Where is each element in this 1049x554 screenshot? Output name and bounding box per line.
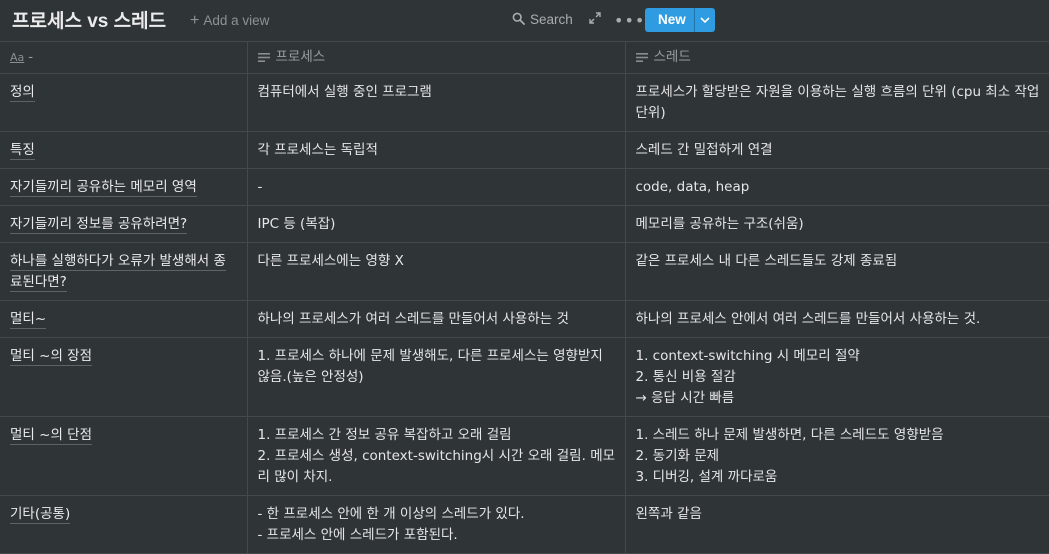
cell-text: 컴퓨터에서 실행 중인 프로그램	[257, 84, 432, 100]
name-cell[interactable]: 기타(공통)	[0, 495, 248, 554]
process-cell[interactable]: -	[246, 168, 626, 206]
column-header-thread[interactable]: 스레드	[624, 41, 1049, 74]
more-icon[interactable]: •••	[614, 11, 645, 30]
cell-text: 같은 프로세스 내 다른 스레드들도 강제 종료됨	[635, 253, 898, 269]
cell-text: 하나의 프로세스 안에서 여러 스레드를 만들어서 사용하는 것.	[635, 311, 981, 327]
table-row[interactable]: 정의 컴퓨터에서 실행 중인 프로그램 프로세스가 할당받은 자원을 이용하는 실행…	[0, 73, 1049, 132]
name-cell[interactable]: 자기들끼리 정보를 공유하려면?	[0, 205, 248, 243]
thread-cell[interactable]: 1. context-switching 시 메모리 절약 2. 통신 비용 절…	[624, 337, 1049, 417]
add-view-button[interactable]: + Add a view	[190, 12, 269, 30]
name-cell[interactable]: 특징	[0, 131, 248, 169]
table-row[interactable]: 멀티 ~의 장점 1. 프로세스 하나에 문제 발생해도, 다른 프로세스는 영향…	[0, 337, 1049, 417]
thread-cell[interactable]: 메모리를 공유하는 구조(쉬움)	[624, 205, 1049, 243]
row-title: 멀티 ~의 장점	[10, 348, 92, 366]
process-cell[interactable]: IPC 등 (복잡)	[246, 205, 626, 243]
thread-cell[interactable]: 왼쪽과 같음	[624, 495, 1049, 554]
row-title: 기타(공통)	[10, 506, 71, 524]
search-button[interactable]: Search	[512, 12, 573, 27]
process-cell[interactable]: 컴퓨터에서 실행 중인 프로그램	[246, 73, 626, 132]
process-cell[interactable]: 다른 프로세스에는 영향 X	[246, 242, 626, 301]
process-cell[interactable]: 하나의 프로세스가 여러 스레드를 만들어서 사용하는 것	[246, 300, 626, 338]
process-cell[interactable]: 1. 프로세스 하나에 문제 발생해도, 다른 프로세스는 영향받지 않음.(높…	[246, 337, 626, 417]
database-title[interactable]: 프로세스 vs 스레드	[12, 6, 166, 33]
cell-text: 1. 프로세스 하나에 문제 발생해도, 다른 프로세스는 영향받지 않음.(높…	[257, 348, 608, 385]
thread-cell[interactable]: 같은 프로세스 내 다른 스레드들도 강제 종료됨	[624, 242, 1049, 301]
thread-cell[interactable]: 1. 스레드 하나 문제 발생하면, 다른 스레드도 영향받음 2. 동기화 문…	[624, 416, 1049, 496]
row-title: 특징	[10, 142, 35, 160]
process-cell[interactable]: 각 프로세스는 독립적	[246, 131, 626, 169]
cell-text: 하나의 프로세스가 여러 스레드를 만들어서 사용하는 것	[257, 311, 569, 327]
cell-text: 1. 프로세스 간 정보 공유 복잡하고 오래 걸림 2. 프로세스 생성, c…	[257, 427, 616, 485]
table-row[interactable]: 기타(공통) - 한 프로세스 안에 한 개 이상의 스레드가 있다. - 프로세…	[0, 495, 1049, 554]
row-title: 자기들끼리 정보를 공유하려면?	[10, 216, 188, 234]
row-title: 멀티 ~의 단점	[10, 427, 92, 445]
row-title: 멀티~	[10, 311, 47, 329]
name-cell[interactable]: 정의	[0, 73, 248, 132]
row-title: 자기들끼리 공유하는 메모리 영역	[10, 179, 197, 197]
search-label: Search	[530, 12, 573, 27]
cell-text: 1. 스레드 하나 문제 발생하면, 다른 스레드도 영향받음 2. 동기화 문…	[635, 427, 944, 485]
table-body: 정의 컴퓨터에서 실행 중인 프로그램 프로세스가 할당받은 자원을 이용하는 실행…	[0, 73, 1049, 554]
cell-text: 스레드 간 밀접하게 연결	[635, 142, 773, 158]
expand-icon[interactable]	[589, 12, 601, 28]
table-row[interactable]: 특징 각 프로세스는 독립적 스레드 간 밀접하게 연결	[0, 131, 1049, 169]
new-button[interactable]: New	[645, 8, 715, 32]
thread-cell[interactable]: code, data, heap	[624, 168, 1049, 206]
title-property-icon: Aa	[10, 51, 25, 64]
table-row[interactable]: 자기들끼리 정보를 공유하려면? IPC 등 (복잡) 메모리를 공유하는 구조(쉬…	[0, 205, 1049, 243]
row-title: 정의	[10, 84, 35, 102]
process-cell[interactable]: - 한 프로세스 안에 한 개 이상의 스레드가 있다. - 프로세스 안에 스…	[246, 495, 626, 554]
name-cell[interactable]: 멀티 ~의 장점	[0, 337, 248, 417]
name-cell[interactable]: 하나를 실행하다가 오류가 발생해서 종료된다면?	[0, 242, 248, 301]
table-row[interactable]: 자기들끼리 공유하는 메모리 영역 - code, data, heap	[0, 168, 1049, 206]
thread-cell[interactable]: 하나의 프로세스 안에서 여러 스레드를 만들어서 사용하는 것.	[624, 300, 1049, 338]
name-cell[interactable]: 멀티 ~의 단점	[0, 416, 248, 496]
cell-text: IPC 등 (복잡)	[257, 216, 336, 232]
cell-text: 다른 프로세스에는 영향 X	[257, 253, 404, 269]
cell-text: 프로세스가 할당받은 자원을 이용하는 실행 흐름의 단위 (cpu 최소 작업…	[635, 84, 1044, 121]
text-property-icon	[635, 52, 648, 62]
column-header-process[interactable]: 프로세스	[246, 41, 626, 74]
cell-text: code, data, heap	[635, 179, 750, 195]
table-header-row: Aa - 프로세스 스레드	[0, 41, 1049, 74]
column-header-label: -	[28, 49, 34, 65]
name-cell[interactable]: 자기들끼리 공유하는 메모리 영역	[0, 168, 248, 206]
table-row[interactable]: 멀티 ~의 단점 1. 프로세스 간 정보 공유 복잡하고 오래 걸림 2. 프로…	[0, 416, 1049, 496]
database-toolbar: 프로세스 vs 스레드 + Add a view Search ••• New	[0, 0, 1049, 40]
search-icon	[512, 12, 525, 25]
row-title: 하나를 실행하다가 오류가 발생해서 종료된다면?	[10, 253, 226, 292]
text-property-icon	[257, 52, 270, 62]
table-row[interactable]: 멀티~ 하나의 프로세스가 여러 스레드를 만들어서 사용하는 것 하나의 프로세스…	[0, 300, 1049, 338]
cell-text: 메모리를 공유하는 구조(쉬움)	[635, 216, 804, 232]
column-header-label: 스레드	[653, 49, 691, 65]
column-header-label: 프로세스	[275, 49, 326, 65]
process-cell[interactable]: 1. 프로세스 간 정보 공유 복잡하고 오래 걸림 2. 프로세스 생성, c…	[246, 416, 626, 496]
plus-icon: +	[190, 12, 200, 29]
new-dropdown-button[interactable]	[693, 8, 715, 32]
database-table: Aa - 프로세스 스레드 정의 컴퓨터에서 실행 중인 프로그램 프로세스가 할당받…	[0, 41, 1049, 554]
column-header-name[interactable]: Aa -	[0, 41, 248, 74]
new-button-label[interactable]: New	[645, 8, 694, 32]
cell-text: -	[257, 179, 263, 195]
cell-text: 왼쪽과 같음	[635, 506, 702, 522]
thread-cell[interactable]: 프로세스가 할당받은 자원을 이용하는 실행 흐름의 단위 (cpu 최소 작업…	[624, 73, 1049, 132]
cell-text: 각 프로세스는 독립적	[257, 142, 378, 158]
chevron-down-icon	[700, 16, 710, 23]
cell-text: 1. context-switching 시 메모리 절약 2. 통신 비용 절…	[635, 348, 860, 406]
thread-cell[interactable]: 스레드 간 밀접하게 연결	[624, 131, 1049, 169]
cell-text: - 한 프로세스 안에 한 개 이상의 스레드가 있다. - 프로세스 안에 스…	[257, 506, 525, 543]
name-cell[interactable]: 멀티~	[0, 300, 248, 338]
add-view-label: Add a view	[203, 13, 270, 28]
table-row[interactable]: 하나를 실행하다가 오류가 발생해서 종료된다면? 다른 프로세스에는 영향 X 같…	[0, 242, 1049, 301]
